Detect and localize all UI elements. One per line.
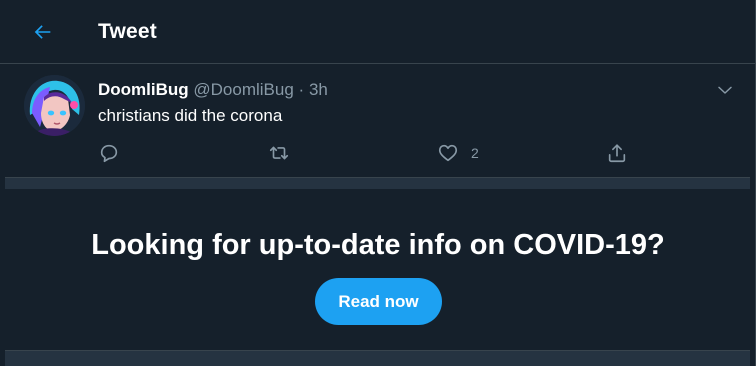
meta-separator: ·: [298, 80, 305, 99]
avatar[interactable]: [24, 75, 85, 136]
tweet-text: christians did the corona: [98, 106, 283, 125]
section-divider-bottom: [5, 350, 750, 366]
covid-info-prompt: Looking for up-to-date info on COVID-19?…: [0, 189, 756, 349]
tweet-menu-button[interactable]: [714, 80, 736, 100]
tweet-time[interactable]: 3h: [309, 80, 328, 99]
like-button[interactable]: 2: [437, 141, 479, 165]
like-count: 2: [471, 145, 479, 161]
avatar-image: [24, 75, 85, 136]
section-divider: [5, 177, 750, 189]
reply-button[interactable]: [98, 141, 120, 165]
reply-icon: [100, 144, 118, 163]
covid-prompt-title: Looking for up-to-date info on COVID-19?: [91, 229, 665, 261]
heart-icon: [438, 144, 458, 162]
page-header: Tweet: [0, 0, 756, 64]
share-button[interactable]: [606, 141, 628, 165]
page-title: Tweet: [98, 20, 157, 43]
author-handle[interactable]: @DoomliBug: [193, 80, 293, 99]
share-icon: [608, 144, 626, 163]
read-now-button[interactable]: Read now: [315, 278, 442, 325]
tweet-header: DoomliBug @DoomliBug · 3h: [98, 80, 328, 100]
back-button[interactable]: [30, 19, 56, 45]
author-name[interactable]: DoomliBug: [98, 80, 189, 99]
chevron-down-icon: [718, 86, 732, 94]
arrow-left-icon: [34, 25, 51, 39]
retweet-button[interactable]: [268, 141, 290, 165]
retweet-icon: [269, 146, 289, 160]
